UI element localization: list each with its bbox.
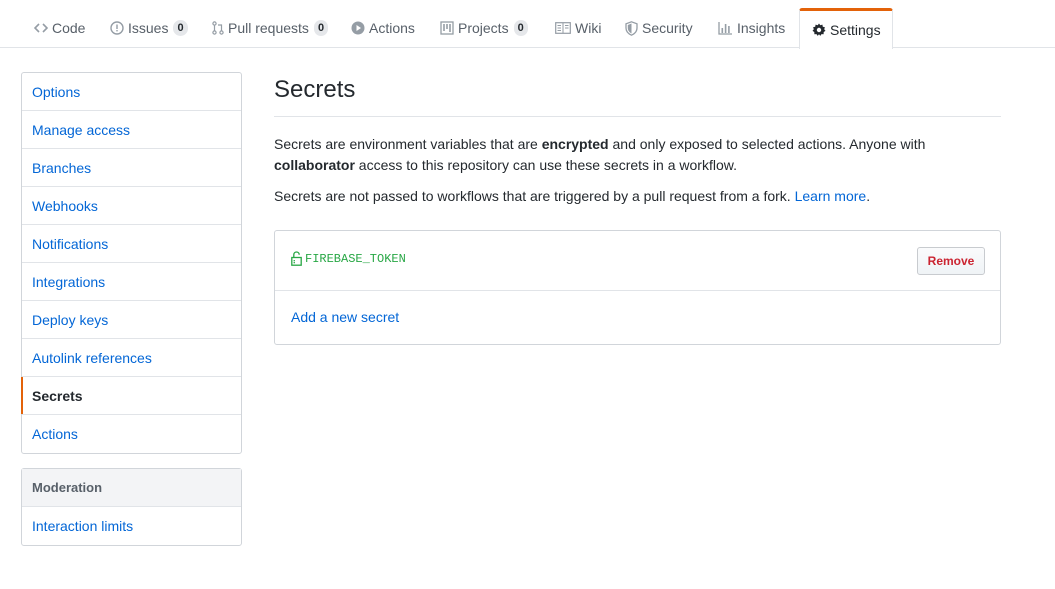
fork-note-end: . [866,188,871,204]
tab-issues[interactable]: Issues 0 [110,8,188,48]
learn-more-link[interactable]: Learn more [795,188,867,204]
secrets-list-box: FIREBASE_TOKEN Remove Add a new secret [274,230,1001,345]
shield-icon [625,20,638,36]
intro-text-1: Secrets are environment variables that a… [274,136,542,152]
intro-text-3: access to this repository can use these … [354,157,737,173]
sidebar-item-autolink-references[interactable]: Autolink references [22,339,241,377]
sidebar-item-interaction-limits[interactable]: Interaction limits [22,507,241,545]
tab-insights[interactable]: Insights [718,8,785,48]
fork-note: Secrets are not passed to workflows that… [274,186,1001,207]
page-title: Secrets [274,72,1001,117]
tab-label: Projects [458,20,509,36]
tab-label: Code [52,20,86,36]
issue-opened-icon [110,21,124,35]
tab-settings[interactable]: Settings [799,8,893,49]
tab-label: Actions [369,20,415,36]
tab-label: Pull requests [228,20,309,36]
remove-secret-button[interactable]: Remove [917,247,985,275]
sidebar-item-secrets[interactable]: Secrets [21,377,241,415]
secret-name: FIREBASE_TOKEN [291,251,406,266]
moderation-sidebar: Moderation Interaction limits [21,468,242,546]
unlock-icon [291,251,302,266]
intro-bold-collaborator: collaborator [274,157,355,173]
tab-projects[interactable]: Projects 0 [440,8,528,48]
git-pull-request-icon [212,21,224,35]
sidebar-item-manage-access[interactable]: Manage access [22,111,241,149]
gear-icon [812,23,826,37]
secrets-page: Secrets Secrets are environment variable… [274,72,1001,345]
tab-actions[interactable]: Actions [351,8,415,48]
sidebar-item-deploy-keys[interactable]: Deploy keys [22,301,241,339]
intro-bold-encrypted: encrypted [541,136,609,152]
issues-count-badge: 0 [173,20,188,36]
secret-name-text: FIREBASE_TOKEN [305,251,406,266]
tab-label: Wiki [575,20,602,36]
sidebar-item-webhooks[interactable]: Webhooks [22,187,241,225]
tab-security[interactable]: Security [625,8,693,48]
tab-wiki[interactable]: Wiki [555,8,601,48]
settings-sidebar: Options Manage access Branches Webhooks … [21,72,242,454]
tab-label: Issues [128,20,169,36]
tab-pull-requests[interactable]: Pull requests 0 [212,8,329,48]
projects-count-badge: 0 [513,20,528,36]
tab-label: Settings [830,22,881,38]
secrets-description: Secrets are environment variables that a… [274,134,1001,176]
sidebar-item-options[interactable]: Options [22,73,241,111]
sidebar-item-actions[interactable]: Actions [22,415,241,453]
intro-text-2: and only exposed to selected actions. An… [608,136,926,152]
graph-icon [718,21,733,35]
repo-nav-tabs: Code Issues 0 Pull requests 0 Actions Pr… [0,0,1055,49]
pull-requests-count-badge: 0 [313,20,329,36]
secret-row: FIREBASE_TOKEN Remove [275,231,1000,291]
sidebar-item-notifications[interactable]: Notifications [22,225,241,263]
code-icon [34,22,48,34]
tab-code[interactable]: Code [34,8,85,48]
sidebar-item-integrations[interactable]: Integrations [22,263,241,301]
tab-label: Security [642,20,693,36]
project-icon [440,21,454,35]
tab-label: Insights [737,20,786,36]
fork-note-text: Secrets are not passed to workflows that… [274,188,795,204]
sidebar-item-branches[interactable]: Branches [22,149,241,187]
add-new-secret-link[interactable]: Add a new secret [291,309,399,325]
play-icon [351,21,365,35]
moderation-heading: Moderation [22,469,241,507]
book-icon [555,22,571,34]
